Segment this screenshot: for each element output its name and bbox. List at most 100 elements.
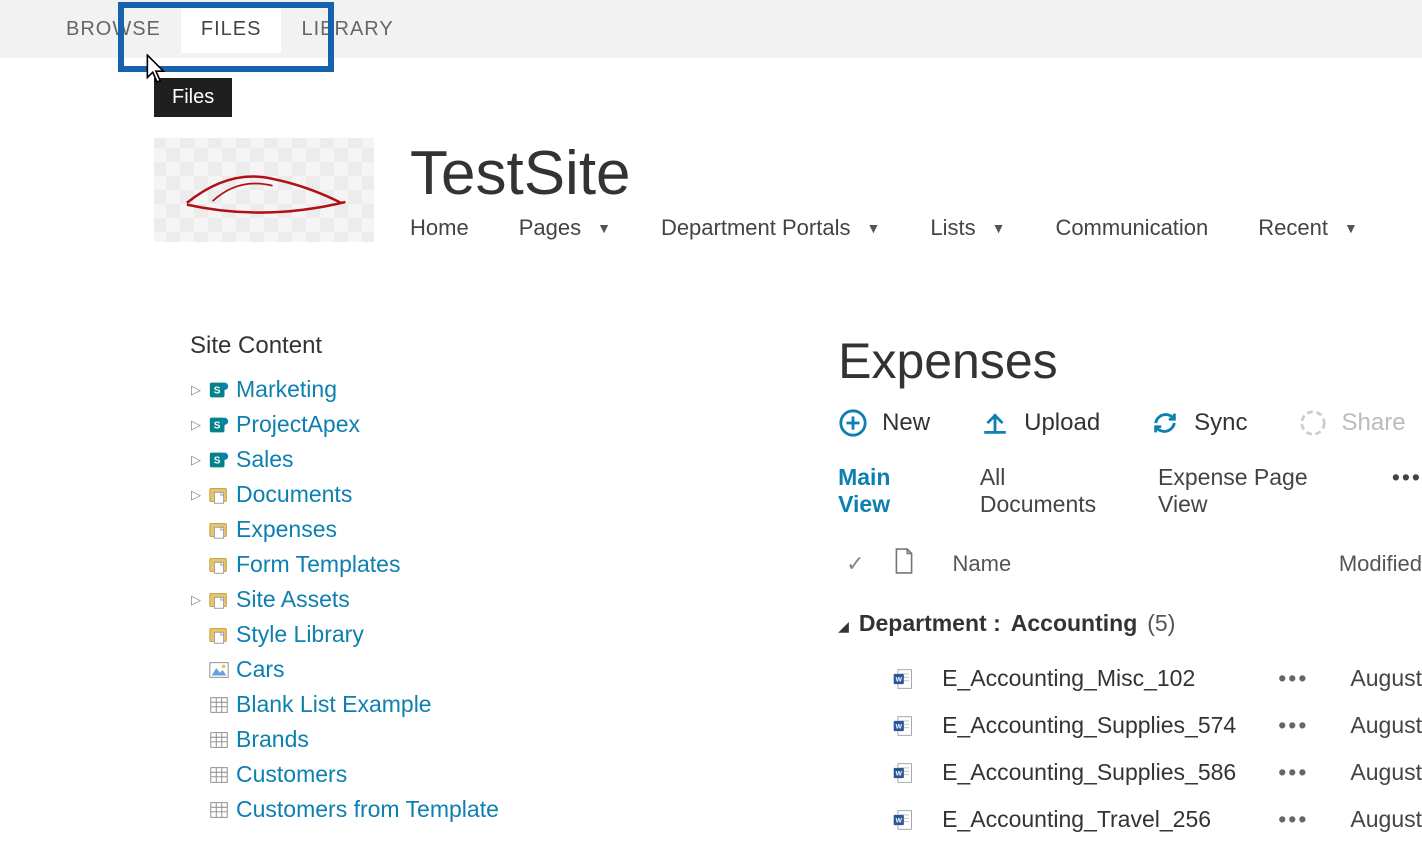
group-header[interactable]: ◢ Department : Accounting (5) [838, 610, 1422, 637]
expand-arrow-icon[interactable]: ▷ [190, 417, 202, 433]
new-button[interactable]: New [838, 408, 930, 438]
column-type-icon[interactable] [893, 548, 915, 580]
ribbon-tooltip: Files [154, 78, 232, 117]
sidebar-item-label: Cars [236, 656, 285, 683]
sidebar-item-label: Form Templates [236, 551, 400, 578]
sidebar-item-label: Documents [236, 481, 352, 508]
sidebar-item-customers[interactable]: Customers [190, 757, 508, 792]
word-doc-icon: W [892, 715, 914, 737]
view-all-documents[interactable]: All Documents [980, 464, 1124, 518]
sidebar-item-cars[interactable]: Cars [190, 652, 508, 687]
share-icon [1298, 408, 1328, 438]
document-name[interactable]: E_Accounting_Supplies_586 [942, 759, 1236, 786]
sidebar-item-style-library[interactable]: Style Library [190, 617, 508, 652]
library-views: Main View All Documents Expense Page Vie… [838, 464, 1422, 518]
document-modified: August [1350, 806, 1422, 833]
library-action-bar: New Upload Sync Share [838, 408, 1422, 438]
nav-home[interactable]: Home [410, 215, 469, 241]
document-name[interactable]: E_Accounting_Supplies_574 [942, 712, 1236, 739]
sync-button[interactable]: Sync [1150, 408, 1247, 438]
column-name[interactable]: Name [953, 551, 1012, 577]
sidebar-item-marketing[interactable]: ▷SMarketing [190, 372, 508, 407]
sidebar-item-label: Blank List Example [236, 691, 432, 718]
word-doc-icon: W [892, 668, 914, 690]
svg-text:W: W [896, 676, 903, 683]
nav-recent[interactable]: Recent▼ [1258, 215, 1358, 241]
caret-down-icon: ▼ [992, 220, 1006, 236]
sidebar-item-label: Customers from Template [236, 796, 499, 823]
ribbon-tab-files[interactable]: FILES [181, 6, 282, 53]
sidebar: Site Content ▷SMarketing▷SProjectApex▷SS… [0, 332, 508, 843]
document-modified: August [1350, 712, 1422, 739]
nav-communication[interactable]: Communication [1055, 215, 1208, 241]
svg-text:S: S [214, 455, 221, 466]
sidebar-item-projectapex[interactable]: ▷ S ProjectApex [190, 407, 508, 442]
nav-recent-label: Recent [1258, 215, 1328, 241]
upload-button[interactable]: Upload [980, 408, 1100, 438]
sidebar-item-form-templates[interactable]: Form Templates [190, 547, 508, 582]
row-menu-button[interactable]: ••• [1264, 806, 1322, 833]
document-name[interactable]: E_Accounting_Travel_256 [942, 806, 1211, 833]
collapse-caret-icon: ◢ [838, 618, 849, 635]
sidebar-item-brands[interactable]: Brands [190, 722, 508, 757]
view-expense-page[interactable]: Expense Page View [1158, 464, 1358, 518]
sidebar-item-label: Sales [236, 446, 294, 473]
nav-lists[interactable]: Lists ▼ [930, 215, 1005, 241]
document-row[interactable]: W E_Accounting_Travel_256 ••• August [838, 796, 1422, 843]
sidebar-item-label: Brands [236, 726, 309, 753]
caret-down-icon: ▼ [866, 220, 880, 236]
document-modified: August [1350, 759, 1422, 786]
svg-text:S: S [214, 385, 221, 396]
view-more[interactable]: ••• [1392, 464, 1422, 518]
sidebar-item-site-assets[interactable]: ▷Site Assets [190, 582, 508, 617]
document-name[interactable]: E_Accounting_Misc_102 [942, 665, 1195, 692]
group-count: (5) [1147, 610, 1175, 637]
nav-pages-label: Pages [519, 215, 581, 241]
sidebar-item-customers-from-template[interactable]: Customers from Template [190, 792, 508, 827]
row-menu-button[interactable]: ••• [1264, 712, 1322, 739]
column-check[interactable]: ✓ [846, 551, 864, 577]
upload-icon [980, 408, 1010, 438]
sidebar-item-label: ProjectApex [236, 411, 360, 438]
main-content: Site Content ▷SMarketing▷SProjectApex▷SS… [0, 272, 1422, 843]
doclib-icon [208, 519, 230, 541]
expand-arrow-icon[interactable]: ▷ [190, 592, 202, 608]
expand-arrow-icon[interactable]: ▷ [190, 487, 202, 503]
sidebar-item-blank-list-example[interactable]: Blank List Example [190, 687, 508, 722]
doclib-icon [208, 484, 230, 506]
svg-text:S: S [214, 420, 221, 431]
sidebar-item-sales[interactable]: ▷ S Sales [190, 442, 508, 477]
doclib-icon [208, 589, 230, 611]
word-doc-icon: W [892, 809, 914, 831]
nav-pages[interactable]: Pages▼ [519, 215, 611, 241]
doclib-icon [208, 624, 230, 646]
expand-arrow-icon[interactable]: ▷ [190, 452, 202, 468]
document-row[interactable]: W E_Accounting_Supplies_586 ••• August [838, 749, 1422, 796]
ribbon-bar: BROWSE FILES LIBRARY [0, 0, 1422, 58]
upload-label: Upload [1024, 409, 1100, 437]
sidebar-item-documents[interactable]: ▷ Documents [190, 477, 508, 512]
list-icon [208, 694, 230, 716]
word-doc-icon: W [892, 762, 914, 784]
share-button[interactable]: Share [1298, 408, 1406, 438]
column-modified[interactable]: Modified [1339, 551, 1422, 577]
group-field: Department : [859, 610, 1001, 637]
document-row[interactable]: W E_Accounting_Supplies_574 ••• August [838, 702, 1422, 749]
ribbon-tab-browse[interactable]: BROWSE [46, 6, 181, 53]
share-label: Share [1342, 409, 1406, 437]
document-rows: W E_Accounting_Misc_102 ••• August W E_Accoun… [838, 655, 1422, 843]
top-nav: Home Pages▼ Department Portals▼ Lists▼ C… [410, 215, 1422, 241]
sidebar-item-expenses[interactable]: Expenses [190, 512, 508, 547]
site-logo[interactable] [154, 138, 374, 242]
document-row[interactable]: WE_Accounting_Misc_102•••August [838, 655, 1422, 702]
row-menu-button[interactable]: ••• [1264, 759, 1322, 786]
car-logo-icon [174, 160, 354, 220]
ribbon-tab-library[interactable]: LIBRARY [281, 6, 413, 53]
view-main[interactable]: Main View [838, 464, 946, 518]
nav-lists-label: Lists [930, 215, 975, 241]
nav-department-portals[interactable]: Department Portals▼ [661, 215, 880, 241]
sidebar-title: Site Content [190, 332, 508, 360]
nav-comm-label: Communication [1055, 215, 1208, 241]
row-menu-button[interactable]: ••• [1264, 665, 1322, 692]
expand-arrow-icon[interactable]: ▷ [190, 382, 202, 398]
